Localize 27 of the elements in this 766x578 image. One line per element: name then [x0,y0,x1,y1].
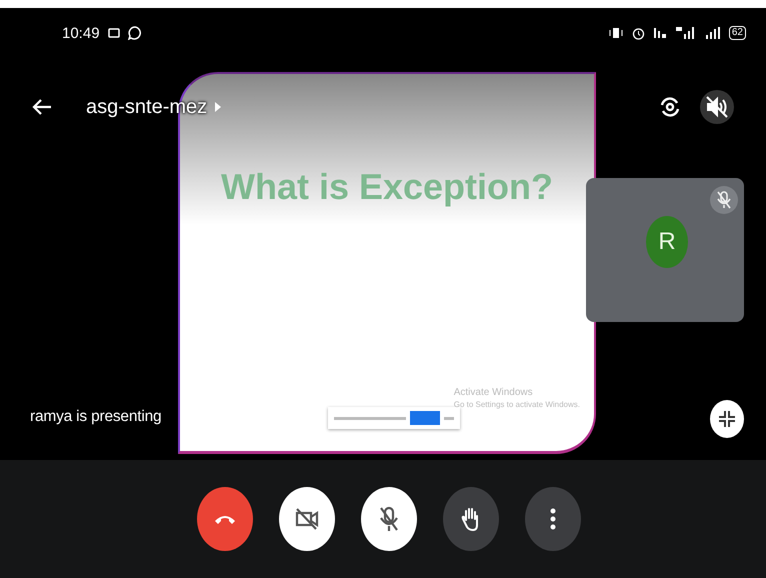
participant-tile[interactable]: R [586,178,744,322]
microphone-off-icon [717,191,731,209]
slide-title: What is Exception? [220,166,554,208]
signal-icon [674,26,697,40]
network-icon [652,26,667,40]
chat-bubble-icon [128,26,142,40]
more-icon [550,508,556,530]
presenter-label: ramya is presenting [30,408,162,426]
phone-icon [214,513,236,525]
speaker-off-icon [705,95,729,119]
battery-level: 62 [728,26,746,40]
screen-cast-icon [108,28,120,38]
watermark-title: Activate Windows [454,387,534,399]
watermark-text: Go to Settings to activate Windows. [454,399,580,411]
caret-icon [215,102,222,112]
alarm-icon [632,26,645,40]
camera-switch-icon [658,95,682,119]
vibrate-icon [608,27,624,39]
collapse-icon [718,410,736,428]
avatar: R [646,216,688,268]
camera-off-icon [294,507,320,531]
back-arrow-icon [32,98,52,116]
minimize-button[interactable] [710,400,744,438]
speaker-button[interactable] [700,90,734,124]
signal-icon [704,26,721,40]
microphone-off-icon [378,506,400,532]
clock-time: 10:49 [62,24,100,42]
